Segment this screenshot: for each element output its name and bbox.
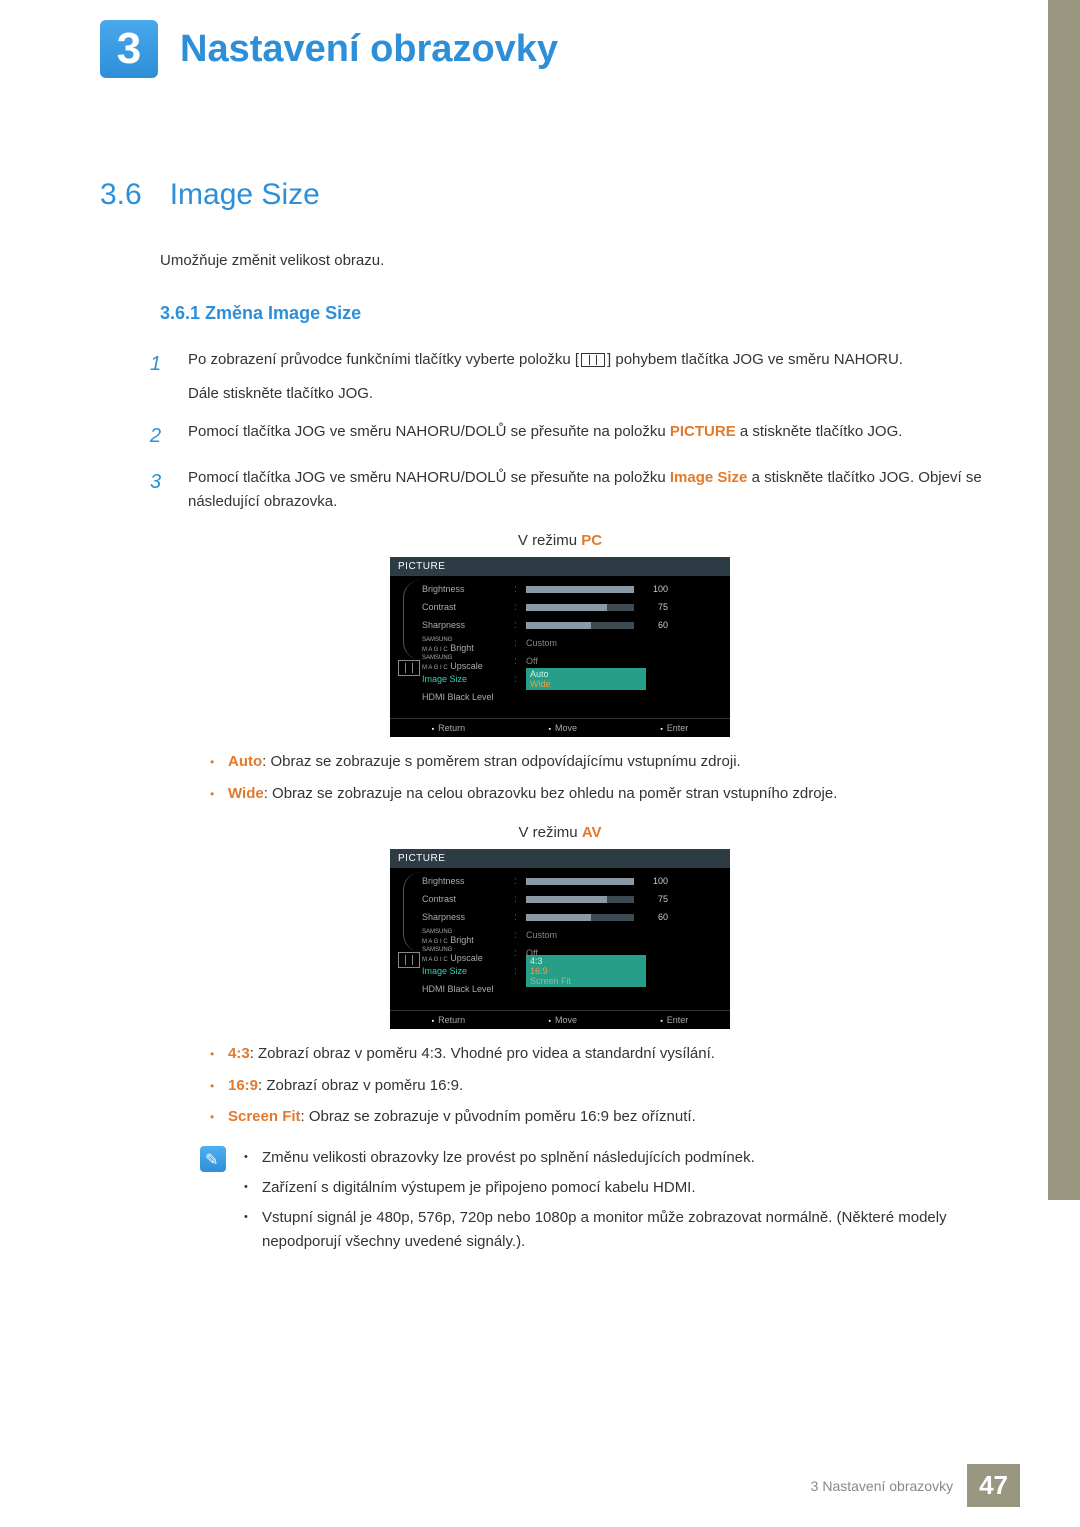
step-text: a stiskněte tlačítko JOG.: [736, 423, 903, 440]
chapter-header: 3 Nastavení obrazovky: [100, 20, 1020, 78]
keyword-picture: PICTURE: [670, 423, 736, 440]
osd-footer: Return Move Enter: [390, 1010, 730, 1029]
menu-icon: [398, 660, 420, 676]
step-number: 3: [150, 466, 170, 514]
osd-option: Auto: [530, 669, 642, 679]
footer-page-number: 47: [967, 1464, 1020, 1507]
osd-label: Sharpness: [422, 620, 514, 630]
note-item: Změnu velikosti obrazovky lze provést po…: [244, 1146, 1020, 1170]
menu-icon: [398, 952, 420, 968]
osd-label: SAMSUNGM A G I C Bright: [422, 925, 514, 945]
osd-value: 60: [640, 620, 668, 630]
osd-title: PICTURE: [390, 557, 730, 576]
step-text: Po zobrazení průvodce funkčními tlačítky…: [188, 351, 579, 368]
section-intro: Umožňuje změnit velikost obrazu.: [100, 252, 1020, 269]
note-icon: [200, 1146, 226, 1172]
osd-label: HDMI Black Level: [422, 692, 514, 702]
chapter-number-badge: 3: [100, 20, 158, 78]
page-footer: 3 Nastavení obrazovky 47: [811, 1464, 1020, 1507]
section-number: 3.6: [100, 178, 142, 212]
osd-footer-enter: Enter: [660, 723, 688, 733]
osd-title: PICTURE: [390, 849, 730, 868]
bullet-item: Auto: Obraz se zobrazuje s poměrem stran…: [210, 749, 1020, 775]
osd-screenshot-pc: PICTURE Brightness:100 Contrast:75 Sharp…: [390, 557, 730, 737]
step-text: Pomocí tlačítka JOG ve směru NAHORU/DOLŮ…: [188, 423, 670, 440]
osd-label: Contrast: [422, 602, 514, 612]
chapter-title: Nastavení obrazovky: [180, 28, 558, 71]
step-number: 2: [150, 420, 170, 452]
footer-text: 3 Nastavení obrazovky: [811, 1478, 953, 1494]
keyword-image-size: Image Size: [670, 469, 748, 486]
step-2: 2 Pomocí tlačítka JOG ve směru NAHORU/DO…: [150, 420, 1020, 452]
step-1: 1 Po zobrazení průvodce funkčními tlačít…: [150, 348, 1020, 406]
mode-label-av: V režimu AV: [100, 824, 1020, 841]
osd-label-selected: Image Size: [422, 674, 514, 684]
note-item: Zařízení s digitálním výstupem je připoj…: [244, 1176, 1020, 1200]
osd-label: Brightness: [422, 584, 514, 594]
osd-label: SAMSUNGM A G I C Bright: [422, 633, 514, 653]
osd-footer-move: Move: [548, 1015, 577, 1025]
step-text: Dále stiskněte tlačítko JOG.: [188, 382, 903, 406]
bullet-item: 4:3: Zobrazí obraz v poměru 4:3. Vhodné …: [210, 1041, 1020, 1067]
menu-icon: [581, 353, 605, 367]
osd-value: 75: [640, 894, 668, 904]
subsection-heading: 3.6.1 Změna Image Size: [100, 303, 1020, 324]
step-text: Pomocí tlačítka JOG ve směru NAHORU/DOLŮ…: [188, 469, 670, 486]
note-box: Změnu velikosti obrazovky lze provést po…: [200, 1146, 1020, 1260]
osd-label: SAMSUNGM A G I C Upscale: [422, 651, 514, 671]
osd-footer-return: Return: [432, 1015, 466, 1025]
osd-label: Contrast: [422, 894, 514, 904]
osd-option-active: 16:9: [530, 966, 642, 976]
bullet-item: Screen Fit: Obraz se zobrazuje v původní…: [210, 1104, 1020, 1130]
osd-label: SAMSUNGM A G I C Upscale: [422, 943, 514, 963]
osd-footer-enter: Enter: [660, 1015, 688, 1025]
osd-value: Off: [526, 656, 538, 666]
osd-footer: Return Move Enter: [390, 718, 730, 737]
bullet-item: 16:9: Zobrazí obraz v poměru 16:9.: [210, 1073, 1020, 1099]
osd-footer-return: Return: [432, 723, 466, 733]
step-3: 3 Pomocí tlačítka JOG ve směru NAHORU/DO…: [150, 466, 1020, 514]
section-title: Image Size: [170, 178, 320, 212]
osd-value: 100: [640, 584, 668, 594]
osd-screenshot-av: PICTURE Brightness:100 Contrast:75 Sharp…: [390, 849, 730, 1029]
bullet-item: Wide: Obraz se zobrazuje na celou obrazo…: [210, 781, 1020, 807]
osd-label: Sharpness: [422, 912, 514, 922]
osd-value: Custom: [526, 930, 557, 940]
osd-option-active: Wide: [530, 679, 642, 689]
osd-value: 60: [640, 912, 668, 922]
osd-value: 100: [640, 876, 668, 886]
section-heading: 3.6 Image Size: [100, 178, 1020, 212]
bullet-list-av: 4:3: Zobrazí obraz v poměru 4:3. Vhodné …: [100, 1041, 1020, 1130]
osd-label: Brightness: [422, 876, 514, 886]
osd-option: Screen Fit: [530, 976, 642, 986]
osd-footer-move: Move: [548, 723, 577, 733]
step-text: ] pohybem tlačítka JOG ve směru NAHORU.: [607, 351, 903, 368]
bullet-list-pc: Auto: Obraz se zobrazuje s poměrem stran…: [100, 749, 1020, 806]
osd-dropdown: Auto Wide: [526, 668, 646, 690]
osd-value: Custom: [526, 638, 557, 648]
osd-dropdown: 4:3 16:9 Screen Fit: [526, 955, 646, 987]
mode-label-pc: V režimu PC: [100, 532, 1020, 549]
osd-option: 4:3: [530, 956, 642, 966]
note-item: Vstupní signál je 480p, 576p, 720p nebo …: [244, 1206, 1020, 1254]
osd-value: 75: [640, 602, 668, 612]
step-number: 1: [150, 348, 170, 406]
osd-label-selected: Image Size: [422, 966, 514, 976]
osd-label: HDMI Black Level: [422, 984, 514, 994]
